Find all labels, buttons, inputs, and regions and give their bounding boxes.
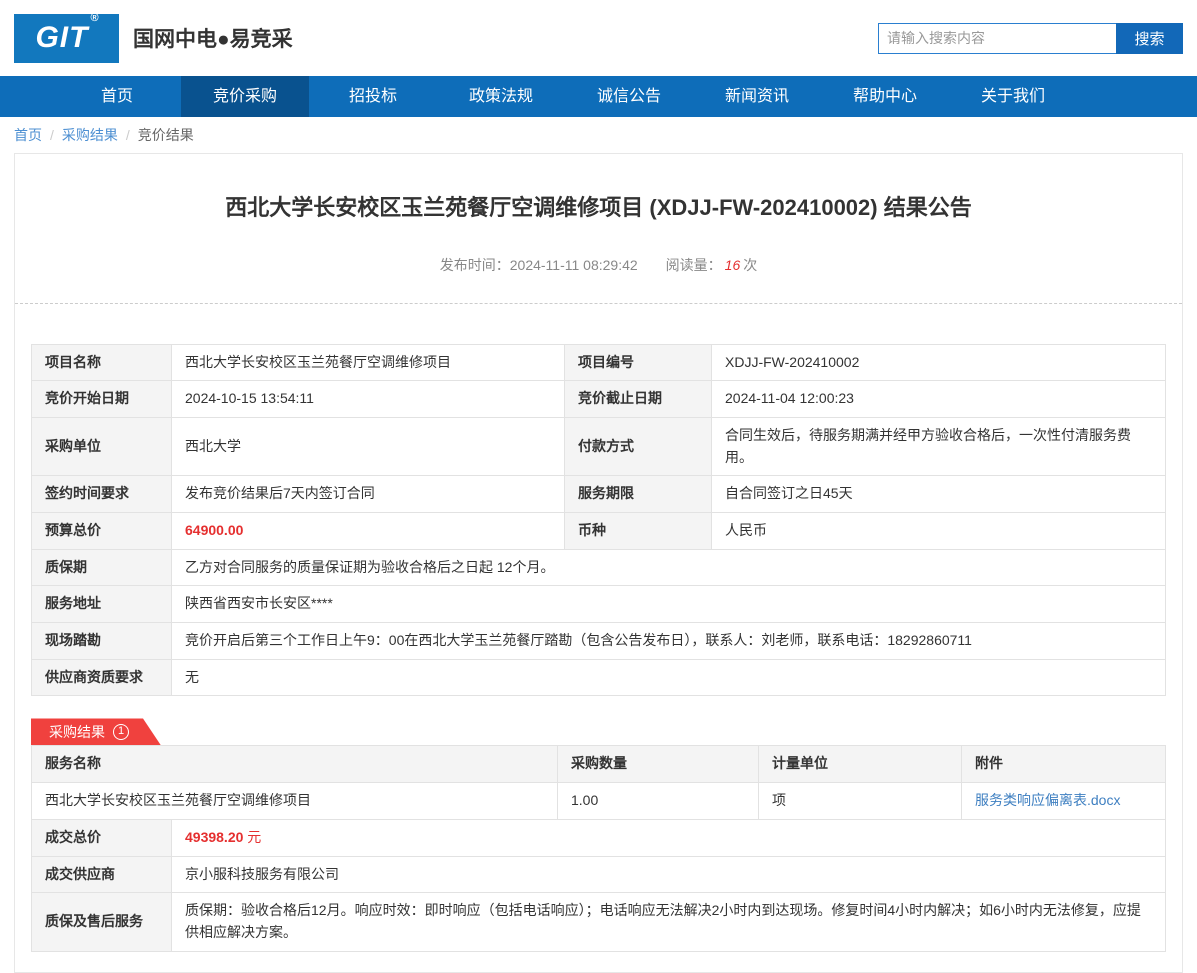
deal-supplier-label: 成交供应商 xyxy=(31,855,172,894)
budget-value: 64900.00 xyxy=(171,512,565,550)
quantity-value: 1.00 xyxy=(557,782,759,820)
attachment-link[interactable]: 服务类响应偏离表.docx xyxy=(975,792,1120,808)
breadcrumb: 首页 / 采购结果 / 竞价结果 xyxy=(0,117,1197,153)
bid-end-label: 竞价截止日期 xyxy=(564,380,712,418)
project-no-label: 项目编号 xyxy=(564,343,712,382)
publish-time-label: 发布时间： xyxy=(439,256,510,273)
deal-total-value: 49398.20 元 xyxy=(171,818,1166,857)
result-table: 服务名称 采购数量 计量单位 附件 西北大学长安校区玉兰苑餐厅空调维修项目 1.… xyxy=(31,745,1166,820)
table-row: 服务地址 陕西省西安市长安区**** xyxy=(31,585,1166,624)
dashed-divider xyxy=(15,302,1182,304)
site-survey-label: 现场踏勘 xyxy=(31,622,172,660)
breadcrumb-separator: / xyxy=(50,127,54,143)
unit-header: 计量单位 xyxy=(758,745,962,784)
bid-end-value: 2024-11-04 12:00:23 xyxy=(711,380,1166,418)
nav-item-tendering[interactable]: 招投标 xyxy=(309,76,437,117)
publish-time-value: 2024-11-11 08:29:42 xyxy=(509,256,638,273)
budget-label: 预算总价 xyxy=(31,512,172,550)
aftersale-value: 质保期：验收合格后12月。响应时效：即时响应（包括电话响应）；电话响应无法解决2… xyxy=(171,892,1166,952)
logo-text: GIT® xyxy=(35,12,100,54)
registered-trademark-icon: ® xyxy=(90,12,100,24)
project-info-table: 项目名称 西北大学长安校区玉兰苑餐厅空调维修项目 项目编号 XDJJ-FW-20… xyxy=(31,343,1166,697)
service-name-header: 服务名称 xyxy=(31,745,558,784)
breadcrumb-home[interactable]: 首页 xyxy=(14,125,42,145)
qualification-value: 无 xyxy=(171,658,1166,697)
quantity-header: 采购数量 xyxy=(557,745,759,784)
views-count: 16 xyxy=(724,256,741,273)
nav-item-news[interactable]: 新闻资讯 xyxy=(693,76,821,117)
search-button[interactable]: 搜索 xyxy=(1116,22,1183,54)
service-address-value: 陕西省西安市长安区**** xyxy=(171,585,1166,624)
site-name: 国网中电●易竞采 xyxy=(133,28,293,51)
table-row: 采购单位 西北大学 付款方式 合同生效后，待服务期满并经甲方验收合格后，一次性付… xyxy=(31,416,1166,477)
result-summary-table: 成交总价 49398.20 元 成交供应商 京小服科技服务有限公司 质保及售后服… xyxy=(31,818,1166,952)
payment-value: 合同生效后，待服务期满并经甲方验收合格后，一次性付清服务费用。 xyxy=(711,416,1166,477)
article-meta: 发布时间：2024-11-11 08:29:42 阅读量： 16 次 xyxy=(15,255,1182,275)
sign-time-value: 发布竞价结果后7天内签订合同 xyxy=(171,475,565,514)
unit-value: 项 xyxy=(758,782,962,820)
sign-time-label: 签约时间要求 xyxy=(31,475,172,514)
warranty-label: 质保期 xyxy=(31,548,172,587)
table-row: 竞价开始日期 2024-10-15 13:54:11 竞价截止日期 2024-1… xyxy=(31,380,1166,418)
search-bar: 搜索 xyxy=(878,22,1183,54)
table-header-row: 服务名称 采购数量 计量单位 附件 xyxy=(31,745,1166,784)
table-row: 项目名称 西北大学长安校区玉兰苑餐厅空调维修项目 项目编号 XDJJ-FW-20… xyxy=(31,343,1166,382)
nav-item-about-us[interactable]: 关于我们 xyxy=(949,76,1077,117)
project-name-label: 项目名称 xyxy=(31,343,172,382)
circled-one-icon: 1 xyxy=(113,723,129,740)
nav-item-policies[interactable]: 政策法规 xyxy=(437,76,565,117)
table-row: 质保及售后服务 质保期：验收合格后12月。响应时效：即时响应（包括电话响应）；电… xyxy=(31,892,1166,952)
aftersale-label: 质保及售后服务 xyxy=(31,892,172,952)
nav-item-help-center[interactable]: 帮助中心 xyxy=(821,76,949,117)
buyer-label: 采购单位 xyxy=(31,416,172,477)
deal-total-label: 成交总价 xyxy=(31,818,172,857)
result-section-header: 采购结果 1 xyxy=(31,718,1166,746)
site-header: GIT® 国网中电●易竞采 搜索 xyxy=(0,0,1197,76)
site-survey-value: 竞价开启后第三个工作日上午9：00在西北大学玉兰苑餐厅踏勘（包含公告发布日），联… xyxy=(171,622,1166,660)
views-unit: 次 xyxy=(743,256,758,273)
service-address-label: 服务地址 xyxy=(31,585,172,624)
nav-item-home[interactable]: 首页 xyxy=(53,76,181,117)
views-label: 阅读量： xyxy=(665,256,722,273)
service-period-value: 自合同签订之日45天 xyxy=(711,475,1166,514)
table-row: 签约时间要求 发布竞价结果后7天内签订合同 服务期限 自合同签订之日45天 xyxy=(31,475,1166,514)
currency-value: 人民币 xyxy=(711,512,1166,550)
page-title: 西北大学长安校区玉兰苑餐厅空调维修项目 (XDJJ-FW-202410002) … xyxy=(225,195,972,220)
table-row: 预算总价 64900.00 币种 人民币 xyxy=(31,512,1166,550)
project-no-value: XDJJ-FW-202410002 xyxy=(711,343,1166,382)
bid-start-value: 2024-10-15 13:54:11 xyxy=(171,380,565,418)
search-input[interactable] xyxy=(878,22,1116,54)
buyer-value: 西北大学 xyxy=(171,416,565,477)
table-row: 西北大学长安校区玉兰苑餐厅空调维修项目 1.00 项 服务类响应偏离表.docx xyxy=(31,782,1166,820)
main-nav: 首页 竞价采购 招投标 政策法规 诚信公告 新闻资讯 帮助中心 关于我们 xyxy=(0,76,1197,117)
payment-label: 付款方式 xyxy=(564,416,712,477)
currency-label: 币种 xyxy=(564,512,712,550)
qualification-label: 供应商资质要求 xyxy=(31,658,172,697)
table-row: 成交供应商 京小服科技服务有限公司 xyxy=(31,855,1166,894)
service-period-label: 服务期限 xyxy=(564,475,712,514)
warranty-value: 乙方对合同服务的质量保证期为验收合格后之日起 12个月。 xyxy=(171,548,1166,587)
purchase-result-badge: 采购结果 1 xyxy=(31,718,161,746)
announcement-card: 西北大学长安校区玉兰苑餐厅空调维修项目 (XDJJ-FW-202410002) … xyxy=(14,153,1183,973)
table-row: 供应商资质要求 无 xyxy=(31,658,1166,697)
table-row: 成交总价 49398.20 元 xyxy=(31,818,1166,857)
attachment-header: 附件 xyxy=(961,745,1166,784)
nav-item-bidding-purchase[interactable]: 竞价采购 xyxy=(181,76,309,117)
breadcrumb-separator: / xyxy=(125,127,130,143)
table-row: 现场踏勘 竞价开启后第三个工作日上午9：00在西北大学玉兰苑餐厅踏勘（包含公告发… xyxy=(31,622,1166,660)
deal-supplier-value: 京小服科技服务有限公司 xyxy=(171,855,1166,894)
table-row: 质保期 乙方对合同服务的质量保证期为验收合格后之日起 12个月。 xyxy=(31,548,1166,587)
service-name-value: 西北大学长安校区玉兰苑餐厅空调维修项目 xyxy=(31,782,558,820)
site-logo[interactable]: GIT® xyxy=(14,12,119,63)
bid-start-label: 竞价开始日期 xyxy=(31,380,172,418)
project-name-value: 西北大学长安校区玉兰苑餐厅空调维修项目 xyxy=(171,343,565,382)
nav-item-integrity-notice[interactable]: 诚信公告 xyxy=(565,76,693,117)
breadcrumb-purchase-results[interactable]: 采购结果 xyxy=(62,125,118,145)
breadcrumb-current: 竞价结果 xyxy=(137,127,194,143)
purchase-result-badge-label: 采购结果 xyxy=(49,723,105,740)
